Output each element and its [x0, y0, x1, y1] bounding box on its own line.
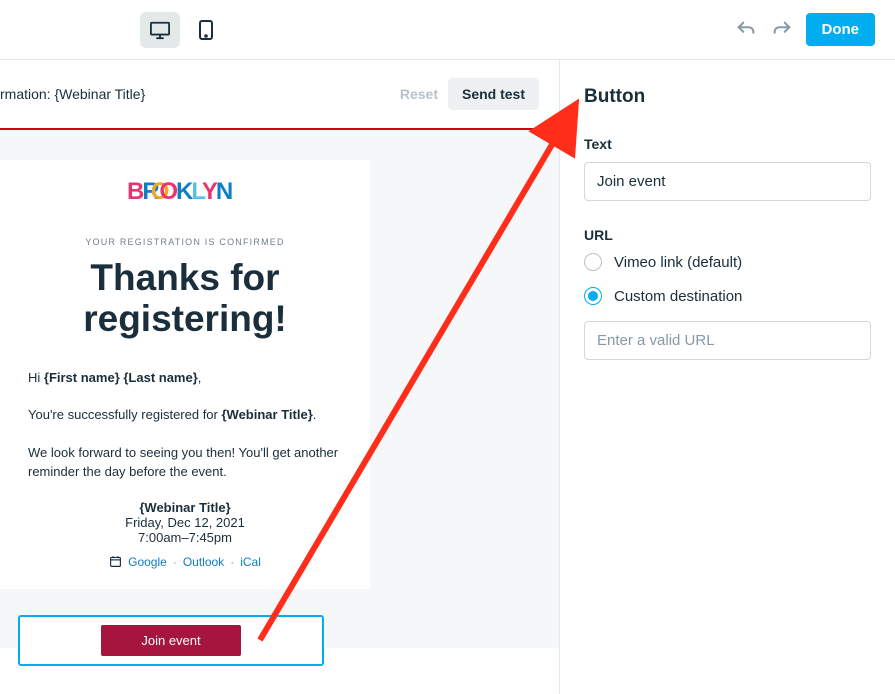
top-bar: Done	[0, 0, 895, 60]
url-field-label: URL	[584, 227, 871, 243]
calendar-links: Google · Outlook · iCal	[28, 555, 342, 569]
send-test-button[interactable]: Send test	[448, 78, 539, 110]
line2-suffix: .	[313, 407, 317, 422]
greeting-prefix: Hi	[28, 370, 44, 385]
desktop-preview-button[interactable]	[140, 12, 180, 48]
greeting-suffix: ,	[198, 370, 202, 385]
desktop-icon	[149, 20, 171, 40]
event-time: 7:00am–7:45pm	[28, 530, 342, 545]
reset-button[interactable]: Reset	[400, 86, 438, 102]
undo-icon	[735, 19, 757, 41]
separator-dot: ·	[173, 555, 177, 569]
preview-panel: rmation: {Webinar Title} Reset Send test…	[0, 60, 560, 694]
redo-icon	[771, 19, 793, 41]
selected-element-frame[interactable]: Join event	[18, 615, 324, 666]
done-button[interactable]: Done	[806, 13, 876, 46]
radio-label: Custom destination	[614, 288, 742, 305]
greeting-line: Hi {First name} {Last name},	[28, 368, 342, 388]
line2-title: {Webinar Title}	[221, 407, 312, 422]
radio-vimeo-default[interactable]: Vimeo link (default)	[584, 253, 871, 271]
undo-button[interactable]	[734, 18, 758, 42]
device-toggle-group	[140, 12, 226, 48]
top-right-actions: Done	[734, 13, 876, 46]
brooklyn-logo: BROOKLYN	[127, 176, 243, 204]
calendar-icon	[109, 555, 122, 568]
email-canvas: BROOKLYN YOUR REGISTRATION IS CONFIRMED …	[0, 128, 559, 648]
button-text-input[interactable]	[584, 162, 871, 201]
radio-label: Vimeo link (default)	[614, 254, 742, 271]
separator-dot: ·	[230, 555, 234, 569]
email-headline: Thanks for registering!	[28, 257, 342, 340]
logo-row: BROOKLYN	[28, 160, 342, 237]
confirmation-label: YOUR REGISTRATION IS CONFIRMED	[28, 237, 342, 247]
calendar-link-outlook[interactable]: Outlook	[183, 555, 224, 569]
radio-circle-checked-icon	[584, 287, 602, 305]
event-block: {Webinar Title} Friday, Dec 12, 2021 7:0…	[28, 500, 342, 569]
email-card: BROOKLYN YOUR REGISTRATION IS CONFIRMED …	[0, 160, 370, 589]
mobile-icon	[198, 19, 214, 41]
mobile-preview-button[interactable]	[186, 12, 226, 48]
calendar-link-google[interactable]: Google	[128, 555, 167, 569]
join-event-button[interactable]: Join event	[101, 625, 241, 656]
redo-button[interactable]	[770, 18, 794, 42]
greeting-name: {First name} {Last name}	[44, 370, 198, 385]
event-date: Friday, Dec 12, 2021	[28, 515, 342, 530]
panel-title: Button	[584, 86, 871, 108]
calendar-link-ical[interactable]: iCal	[240, 555, 261, 569]
event-title: {Webinar Title}	[28, 500, 342, 515]
registered-line: You're successfully registered for {Webi…	[28, 405, 342, 425]
custom-url-input[interactable]	[584, 321, 871, 360]
settings-panel: Button Text URL Vimeo link (default) Cus…	[560, 60, 895, 694]
reminder-line: We look forward to seeing you then! You'…	[28, 443, 342, 482]
line2-prefix: You're successfully registered for	[28, 407, 221, 422]
radio-circle-icon	[584, 253, 602, 271]
preview-header: rmation: {Webinar Title} Reset Send test	[0, 60, 559, 128]
preview-title: rmation: {Webinar Title}	[0, 86, 145, 102]
svg-text:BROOKLYN: BROOKLYN	[127, 178, 232, 204]
radio-custom-destination[interactable]: Custom destination	[584, 287, 871, 305]
text-field-label: Text	[584, 136, 871, 152]
